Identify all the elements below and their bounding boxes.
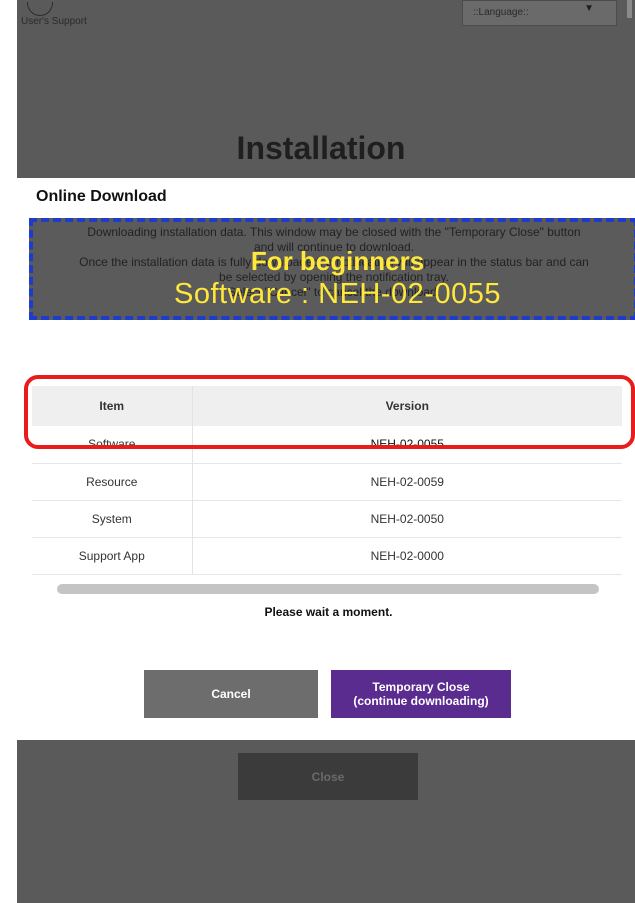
table-row: Resource NEH-02-0059 (32, 463, 622, 501)
temporary-close-button[interactable]: Temporary Close (continue downloading) (331, 670, 511, 718)
overlay-title: For beginners (250, 246, 425, 276)
version-cell: NEH-02-0000 (192, 537, 622, 575)
menu-icon[interactable] (627, 0, 632, 18)
item-cell: Support App (32, 537, 193, 575)
overlay-subtitle: Software : NEH-02-0055 (174, 278, 501, 310)
support-logo-icon (27, 2, 53, 16)
app-screen: User's Support ::Language:: ▼ Installati… (17, 0, 635, 903)
chevron-down-icon: ▼ (584, 3, 594, 14)
version-cell: NEH-02-0059 (192, 463, 622, 501)
download-dialog: Online Download Downloading installation… (17, 178, 635, 740)
item-cell: Resource (32, 463, 193, 501)
software-row-highlight (24, 375, 635, 449)
wait-message: Please wait a moment. (264, 605, 393, 619)
top-bar: User's Support ::Language:: ▼ (17, 0, 635, 60)
dialog-title: Online Download (36, 188, 167, 205)
temporary-close-sublabel: (continue downloading) (353, 694, 489, 708)
page-title: Installation (236, 130, 406, 166)
close-button[interactable]: Close (238, 753, 418, 800)
support-label[interactable]: User's Support (21, 16, 87, 27)
version-cell: NEH-02-0050 (192, 500, 622, 538)
cancel-button[interactable]: Cancel (144, 670, 318, 718)
table-row: Support App NEH-02-0000 (32, 537, 622, 575)
progress-fill (57, 584, 599, 594)
temporary-close-label: Temporary Close (372, 680, 470, 694)
item-cell: System (32, 500, 193, 538)
annotation-overlay: For beginners Software : NEH-02-0055 (29, 218, 635, 320)
language-select[interactable]: ::Language:: ▼ (462, 0, 617, 26)
download-progress-bar (57, 584, 599, 594)
table-row: System NEH-02-0050 (32, 500, 622, 538)
language-value: ::Language:: (473, 7, 529, 18)
